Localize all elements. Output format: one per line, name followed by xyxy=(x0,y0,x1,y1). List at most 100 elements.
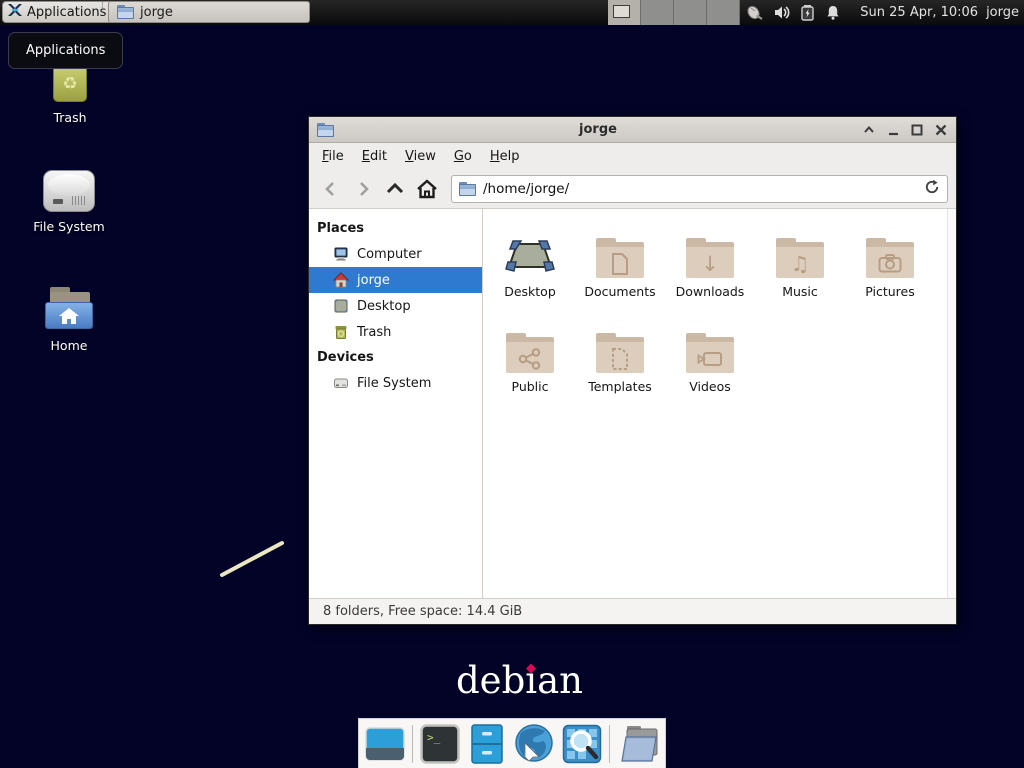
folder-label: Public xyxy=(512,379,549,394)
document-glyph xyxy=(611,253,629,275)
sidebar-item-label: Computer xyxy=(357,247,422,262)
folder-label: Desktop xyxy=(504,284,556,299)
back-button[interactable] xyxy=(317,175,345,203)
trash-icon xyxy=(333,324,349,340)
menu-go[interactable]: Go xyxy=(445,145,481,168)
status-bar: 8 folders, Free space: 14.4 GiB xyxy=(309,598,956,624)
battery-icon[interactable] xyxy=(798,4,816,22)
desktop-icon-file-system[interactable]: File System xyxy=(23,170,115,234)
folder-icon xyxy=(117,5,134,19)
application-finder-launcher[interactable] xyxy=(562,723,602,765)
folder-item-pictures[interactable]: Pictures xyxy=(845,222,935,317)
folder-label: Documents xyxy=(584,284,655,299)
taskbar-window-button[interactable]: jorge xyxy=(108,1,310,23)
sidebar-item-label: File System xyxy=(357,376,431,391)
sidebar-item-desktop[interactable]: Desktop xyxy=(309,293,482,319)
drive-icon xyxy=(333,375,349,391)
system-tray: Sun 25 Apr, 10:06 jorge xyxy=(742,0,1021,25)
folder-item-public[interactable]: Public xyxy=(485,317,575,412)
panel-handle[interactable]: ⁞ xyxy=(101,4,106,9)
show-desktop-button[interactable] xyxy=(365,723,405,765)
house-glyph xyxy=(58,307,80,325)
file-cabinet-launcher[interactable] xyxy=(467,723,506,765)
folder-label: Pictures xyxy=(865,284,915,299)
share-glyph xyxy=(518,348,542,370)
video-camera-glyph xyxy=(697,350,723,368)
maximize-button[interactable] xyxy=(910,123,924,137)
minimize-button[interactable] xyxy=(886,123,900,137)
applications-menu-button[interactable]: Applications xyxy=(2,1,114,23)
desktop-icon-label: File System xyxy=(33,219,105,234)
volume-icon[interactable] xyxy=(772,4,790,22)
folder-label: Videos xyxy=(689,379,731,394)
location-bar[interactable]: /home/jorge/ xyxy=(451,175,948,203)
places-header: Places xyxy=(309,216,482,241)
workspace-2[interactable] xyxy=(641,0,674,25)
location-path[interactable]: /home/jorge/ xyxy=(483,181,917,197)
toolbar: /home/jorge/ xyxy=(309,169,956,209)
applications-tooltip: Applications xyxy=(8,32,123,69)
dock-separator xyxy=(609,725,610,763)
workspace-pager xyxy=(608,0,740,25)
dock-separator xyxy=(412,725,413,763)
web-browser-launcher[interactable] xyxy=(513,723,555,765)
music-notes-glyph: ♫ xyxy=(776,249,824,278)
directory-menu-launcher[interactable] xyxy=(617,723,659,765)
file-manager-window: jorge File Edit View Go Help xyxy=(308,116,957,625)
folder-item-downloads[interactable]: ↓ Downloads xyxy=(665,222,755,317)
download-arrow-glyph: ↓ xyxy=(686,249,734,278)
desktop-icon-home[interactable]: Home xyxy=(23,287,115,353)
workspace-4[interactable] xyxy=(707,0,740,25)
camera-glyph xyxy=(878,254,902,273)
folder-item-videos[interactable]: Videos xyxy=(665,317,755,412)
menu-view[interactable]: View xyxy=(396,145,445,168)
sidebar-item-trash[interactable]: Trash xyxy=(309,319,482,345)
desktop-icon xyxy=(333,298,349,314)
home-folder-icon xyxy=(43,287,95,331)
sidebar-item-file-system[interactable]: File System xyxy=(309,370,482,396)
folder-item-templates[interactable]: Templates xyxy=(575,317,665,412)
panel-clock[interactable]: Sun 25 Apr, 10:06 xyxy=(860,5,978,20)
shade-button[interactable] xyxy=(862,123,876,137)
svg-text:>_: >_ xyxy=(427,731,441,744)
logo-text: an xyxy=(537,659,583,702)
scrollbar-gutter[interactable] xyxy=(947,209,956,598)
logo-text: deb xyxy=(456,659,525,702)
sidebar: Places Computer jorge xyxy=(309,209,483,598)
up-button[interactable] xyxy=(381,175,409,203)
home-button[interactable] xyxy=(413,175,441,203)
panel-username[interactable]: jorge xyxy=(986,5,1019,20)
sidebar-item-label: Desktop xyxy=(357,299,411,314)
window-titlebar[interactable]: jorge xyxy=(309,117,956,143)
forward-button[interactable] xyxy=(349,175,377,203)
desktop-icon-label: Trash xyxy=(53,110,86,125)
applications-menu-label: Applications xyxy=(27,5,106,20)
menu-help[interactable]: Help xyxy=(481,145,529,168)
sidebar-item-computer[interactable]: Computer xyxy=(309,241,482,267)
hard-drive-icon xyxy=(43,170,95,212)
menu-bar: File Edit View Go Help xyxy=(309,143,956,169)
notifications-bell-icon[interactable] xyxy=(824,4,842,22)
taskbar-window-label: jorge xyxy=(140,5,173,20)
folder-item-desktop[interactable]: Desktop xyxy=(485,222,575,317)
sidebar-item-jorge[interactable]: jorge xyxy=(309,267,482,293)
workspace-1[interactable] xyxy=(608,0,641,25)
xfce-menu-icon xyxy=(7,2,23,22)
workspace-window-preview xyxy=(613,5,630,18)
workspace-3[interactable] xyxy=(674,0,707,25)
close-button[interactable] xyxy=(934,123,948,137)
folder-label: Templates xyxy=(588,379,652,394)
terminal-launcher[interactable]: >_ xyxy=(420,723,460,765)
reload-button[interactable] xyxy=(924,179,940,199)
bottom-dock: >_ xyxy=(358,718,666,768)
folder-view[interactable]: Desktop Documents ↓ Downloads ♫ Music xyxy=(483,209,947,598)
folder-item-documents[interactable]: Documents xyxy=(575,222,665,317)
folder-item-music[interactable]: ♫ Music xyxy=(755,222,845,317)
debian-logo: debıan xyxy=(456,659,583,702)
sidebar-item-label: jorge xyxy=(357,273,390,288)
menu-edit[interactable]: Edit xyxy=(353,145,396,168)
menu-file[interactable]: File xyxy=(313,145,353,168)
folder-icon xyxy=(459,182,476,196)
mouse-icon[interactable] xyxy=(746,4,764,22)
recycle-glyph: ♻ xyxy=(62,74,77,94)
